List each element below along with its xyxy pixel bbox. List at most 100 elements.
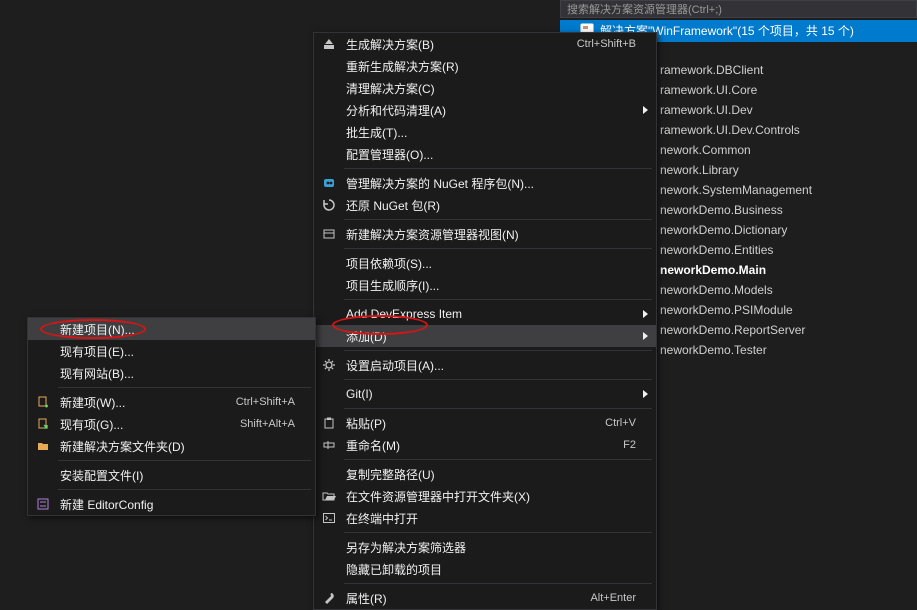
blank-icon xyxy=(34,342,52,360)
menu-item[interactable]: 还原 NuGet 包(R) xyxy=(314,194,656,216)
restore-icon xyxy=(320,196,338,214)
menu-item[interactable]: 新建解决方案资源管理器视图(N) xyxy=(314,223,656,245)
solution-project-node[interactable]: neworkDemo.Models xyxy=(660,280,917,300)
menu-item[interactable]: 项目生成顺序(I)... xyxy=(314,274,656,296)
blank-icon xyxy=(320,101,338,119)
menu-item-label: 隐藏已卸载的项目 xyxy=(346,561,636,578)
menu-item-label: 批生成(T)... xyxy=(346,124,636,141)
menu-item[interactable]: 管理解决方案的 NuGet 程序包(N)... xyxy=(314,172,656,194)
folder-open-icon xyxy=(320,487,338,505)
menu-item[interactable]: 在终端中打开 xyxy=(314,507,656,529)
menu-item[interactable]: 新建项目(N)... xyxy=(28,318,315,340)
solution-project-node[interactable]: neworkDemo.Dictionary xyxy=(660,220,917,240)
menu-separator xyxy=(344,350,652,351)
newview-icon xyxy=(320,225,338,243)
menu-item-label: 新建项目(N)... xyxy=(60,321,295,338)
menu-item[interactable]: Add DevExpress Item xyxy=(314,303,656,325)
build-icon xyxy=(320,35,338,53)
blank-icon xyxy=(34,364,52,382)
menu-item-label: 在终端中打开 xyxy=(346,510,636,527)
blank-icon xyxy=(34,320,52,338)
menu-item-shortcut: Ctrl+Shift+B xyxy=(577,38,636,50)
blank-icon xyxy=(320,560,338,578)
menu-item-shortcut: Ctrl+Shift+A xyxy=(236,396,295,408)
menu-item[interactable]: 生成解决方案(B)Ctrl+Shift+B xyxy=(314,33,656,55)
menu-item[interactable]: 批生成(T)... xyxy=(314,121,656,143)
blank-icon xyxy=(320,123,338,141)
menu-item[interactable]: 项目依赖项(S)... xyxy=(314,252,656,274)
menu-separator xyxy=(58,387,311,388)
context-submenu-add: 新建项目(N)... 现有项目(E)... 现有网站(B)... 新建项(W)... C… xyxy=(27,317,316,516)
solution-project-node[interactable]: neworkDemo.Main xyxy=(660,260,917,280)
menu-separator xyxy=(344,248,652,249)
solution-project-node[interactable]: neworkDemo.Tester xyxy=(660,340,917,360)
menu-item[interactable]: 在文件资源管理器中打开文件夹(X) xyxy=(314,485,656,507)
menu-item-label: 新建 EditorConfig xyxy=(60,496,295,513)
paste-icon xyxy=(320,414,338,432)
menu-item[interactable]: 新建 EditorConfig xyxy=(28,493,315,515)
solution-project-node[interactable]: ramework.DBClient xyxy=(660,60,917,80)
menu-item[interactable]: 设置启动项目(A)... xyxy=(314,354,656,376)
menu-item[interactable]: 配置管理器(O)... xyxy=(314,143,656,165)
terminal-icon xyxy=(320,509,338,527)
menu-item-label: 管理解决方案的 NuGet 程序包(N)... xyxy=(346,175,636,192)
menu-item-label: 属性(R) xyxy=(346,590,566,607)
menu-item[interactable]: 重新生成解决方案(R) xyxy=(314,55,656,77)
menu-item[interactable]: 属性(R) Alt+Enter xyxy=(314,587,656,609)
solution-project-node[interactable]: nework.SystemManagement xyxy=(660,180,917,200)
menu-item[interactable]: 安装配置文件(I) xyxy=(28,464,315,486)
solution-project-node[interactable]: ramework.UI.Dev.Controls xyxy=(660,120,917,140)
solution-project-node[interactable]: neworkDemo.ReportServer xyxy=(660,320,917,340)
menu-separator xyxy=(344,379,652,380)
menu-item[interactable]: 添加(D) xyxy=(314,325,656,347)
menu-item[interactable]: 新建解决方案文件夹(D) xyxy=(28,435,315,457)
solution-project-node[interactable]: neworkDemo.Business xyxy=(660,200,917,220)
blank-icon xyxy=(34,466,52,484)
menu-item-shortcut: Alt+Enter xyxy=(590,592,636,604)
menu-separator xyxy=(58,489,311,490)
solution-project-node[interactable]: nework.Common xyxy=(660,140,917,160)
menu-item[interactable]: 清理解决方案(C) xyxy=(314,77,656,99)
newitem-icon xyxy=(34,393,52,411)
submenu-arrow-icon xyxy=(643,390,648,398)
menu-separator xyxy=(344,299,652,300)
menu-item[interactable]: 现有项(G)...Shift+Alt+A xyxy=(28,413,315,435)
menu-item[interactable]: 现有网站(B)... xyxy=(28,362,315,384)
solution-project-node[interactable]: nework.Library xyxy=(660,160,917,180)
menu-item-label: 新建项(W)... xyxy=(60,394,212,411)
menu-item[interactable]: 隐藏已卸载的项目 xyxy=(314,558,656,580)
menu-separator xyxy=(344,583,652,584)
submenu-arrow-icon xyxy=(643,332,648,340)
menu-item-label: Git(I) xyxy=(346,387,636,401)
menu-item[interactable]: 分析和代码清理(A) xyxy=(314,99,656,121)
menu-item[interactable]: Git(I) xyxy=(314,383,656,405)
menu-item-label: 安装配置文件(I) xyxy=(60,467,295,484)
menu-item-shortcut: F2 xyxy=(623,439,636,451)
menu-separator xyxy=(344,219,652,220)
menu-item-label: 现有项目(E)... xyxy=(60,343,295,360)
blank-icon xyxy=(320,276,338,294)
menu-item-label: 另存为解决方案筛选器 xyxy=(346,539,636,556)
menu-item[interactable]: 复制完整路径(U) xyxy=(314,463,656,485)
nuget-icon xyxy=(320,174,338,192)
solution-project-node[interactable]: ramework.UI.Dev xyxy=(660,100,917,120)
menu-item[interactable]: 新建项(W)... Ctrl+Shift+A xyxy=(28,391,315,413)
blank-icon xyxy=(320,305,338,323)
submenu-arrow-icon xyxy=(643,310,648,318)
solution-project-node[interactable]: ramework.UI.Core xyxy=(660,80,917,100)
menu-item-label: 还原 NuGet 包(R) xyxy=(346,197,636,214)
menu-item-shortcut: Ctrl+V xyxy=(605,417,636,429)
menu-item[interactable]: 现有项目(E)... xyxy=(28,340,315,362)
menu-item-label: 设置启动项目(A)... xyxy=(346,357,636,374)
solution-explorer-search[interactable]: 搜索解决方案资源管理器(Ctrl+;) xyxy=(560,0,917,18)
menu-item[interactable]: 另存为解决方案筛选器 xyxy=(314,536,656,558)
solution-tree: ramework.DBClientramework.UI.Coreramewor… xyxy=(660,60,917,360)
menu-item[interactable]: 粘贴(P)Ctrl+V xyxy=(314,412,656,434)
menu-separator xyxy=(344,459,652,460)
solution-project-node[interactable]: neworkDemo.PSIModule xyxy=(660,300,917,320)
newfolder-icon xyxy=(34,437,52,455)
menu-item-label: 现有网站(B)... xyxy=(60,365,295,382)
menu-item[interactable]: 重命名(M)F2 xyxy=(314,434,656,456)
gear-icon xyxy=(320,356,338,374)
solution-project-node[interactable]: neworkDemo.Entities xyxy=(660,240,917,260)
